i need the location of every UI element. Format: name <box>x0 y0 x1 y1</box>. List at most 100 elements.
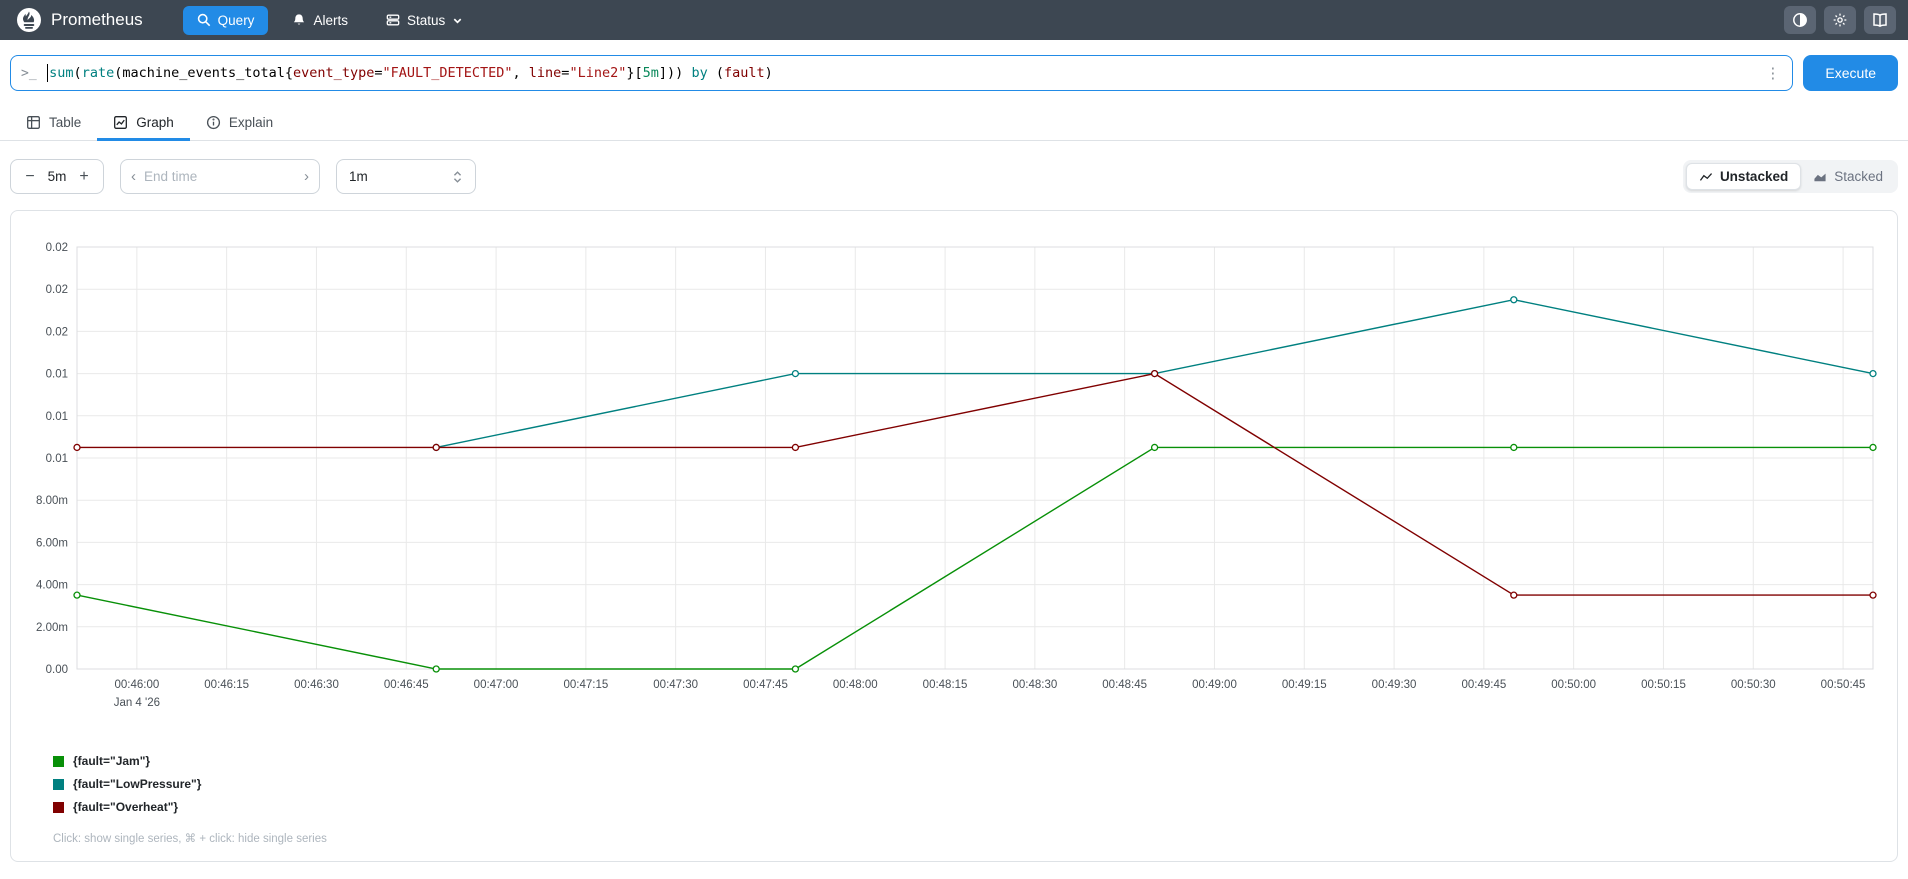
y-tick-label: 4.00m <box>36 580 68 592</box>
graph-controls-left: − 5m + ‹ End time › 1m <box>10 159 476 194</box>
x-tick-label: 00:49:15 <box>1282 679 1327 691</box>
x-tick-label: 00:48:00 <box>833 679 878 691</box>
data-point <box>1150 369 1159 378</box>
x-tick-label: 00:46:00 <box>114 679 159 691</box>
series-line <box>76 446 1873 670</box>
graph-panel: 0.02 0.02 0.02 0.01 0.01 0.01 8.00m 6.00m 4.00m 2… <box>10 210 1898 862</box>
tab-graph-label: Graph <box>136 115 174 130</box>
x-tick-label: 00:47:45 <box>743 679 788 691</box>
gear-icon <box>1832 12 1848 28</box>
legend-item[interactable]: {fault="LowPressure"} <box>53 777 1883 791</box>
data-point <box>73 443 81 452</box>
y-tick-label: 8.00m <box>36 495 68 507</box>
graph-icon <box>113 115 128 130</box>
x-tick-label: 00:49:45 <box>1461 679 1506 691</box>
query-options-kebab-icon[interactable]: ⋮ <box>1763 64 1782 82</box>
nav-query-button[interactable]: Query <box>182 5 269 35</box>
prometheus-logo-icon <box>16 7 42 33</box>
range-stepper: − 5m + <box>10 159 104 194</box>
resolution-value: 1m <box>349 169 368 184</box>
brand: Prometheus <box>16 7 143 33</box>
legend-item[interactable]: {fault="Jam"} <box>53 754 1883 768</box>
tab-explain[interactable]: Explain <box>190 107 289 140</box>
query-row: >_ sum(rate(machine_events_total{event_t… <box>0 40 1908 91</box>
legend-swatch <box>53 778 64 790</box>
end-time-next-icon[interactable]: › <box>304 168 309 185</box>
tab-explain-label: Explain <box>228 115 274 130</box>
stacked-button[interactable]: Stacked <box>1801 163 1895 190</box>
x-tick-label: 00:48:30 <box>1012 679 1057 691</box>
data-point <box>1150 443 1159 452</box>
legend-swatch <box>53 801 64 813</box>
settings-button[interactable] <box>1824 6 1856 34</box>
contrast-icon <box>1792 12 1808 28</box>
bell-icon <box>292 13 306 27</box>
x-tick-label: 00:46:30 <box>294 679 339 691</box>
execute-button[interactable]: Execute <box>1803 55 1898 91</box>
y-tick-label: 0.01 <box>46 411 68 423</box>
graph-controls: − 5m + ‹ End time › 1m Unstacked Stacked <box>0 141 1908 194</box>
docs-button[interactable] <box>1864 6 1896 34</box>
y-tick-label: 0.01 <box>46 369 68 381</box>
stacked-label: Stacked <box>1834 169 1883 184</box>
expression-input[interactable]: >_ sum(rate(machine_events_total{event_t… <box>10 55 1794 91</box>
tab-table[interactable]: Table <box>10 107 97 140</box>
x-tick-label: 00:49:30 <box>1372 679 1417 691</box>
nav-alerts-button[interactable]: Alerts <box>278 6 362 35</box>
data-point <box>1510 296 1518 304</box>
main-nav: Query Alerts Status <box>182 5 478 35</box>
data-point <box>432 443 440 452</box>
resolution-select[interactable]: 1m <box>336 159 476 194</box>
text-caret <box>46 64 49 82</box>
stack-toggle: Unstacked Stacked <box>1682 160 1898 193</box>
legend-hint: Click: show single series, ⌘ + click: hi… <box>53 833 327 845</box>
y-tick-label: 2.00m <box>36 622 68 634</box>
x-tick-label: 00:47:00 <box>474 679 519 691</box>
data-point <box>1869 443 1877 452</box>
unstacked-line-icon <box>1699 171 1713 183</box>
nav-status-button[interactable]: Status <box>372 6 477 35</box>
x-tick-label: 00:50:15 <box>1641 679 1686 691</box>
end-time-prev-icon[interactable]: ‹ <box>131 168 136 185</box>
navbar-right-actions <box>1784 6 1896 34</box>
time-series-chart[interactable]: 0.02 0.02 0.02 0.01 0.01 0.01 8.00m 6.00m 4.00m 2… <box>25 225 1883 725</box>
tab-graph[interactable]: Graph <box>97 107 190 141</box>
x-tick-label: 00:46:15 <box>204 679 249 691</box>
data-point <box>1869 369 1877 378</box>
top-navbar: Prometheus Query Alerts Status <box>0 0 1908 40</box>
range-increase-button[interactable]: + <box>71 168 97 186</box>
nav-alerts-label: Alerts <box>313 12 348 28</box>
series-line <box>77 372 1873 596</box>
server-icon <box>386 13 400 27</box>
chevron-down-icon <box>452 15 463 26</box>
info-icon <box>206 115 221 130</box>
legend-label: {fault="LowPressure"} <box>73 777 202 791</box>
unstacked-button[interactable]: Unstacked <box>1685 163 1802 190</box>
legend-item[interactable]: {fault="Overheat"} <box>53 800 1883 814</box>
brand-title: Prometheus <box>51 10 143 29</box>
data-point <box>791 369 800 378</box>
unstacked-label: Unstacked <box>1719 169 1789 184</box>
x-tick-label: 00:49:00 <box>1192 679 1237 691</box>
nav-status-label: Status <box>406 12 446 28</box>
end-time-placeholder: End time <box>144 169 198 184</box>
data-point <box>1510 591 1518 599</box>
x-tick-label: 00:50:30 <box>1731 679 1776 691</box>
x-tick-label: 00:50:45 <box>1821 679 1866 691</box>
x-tick-label: 00:48:45 <box>1102 679 1147 691</box>
data-point <box>432 665 440 673</box>
book-icon <box>1872 12 1888 28</box>
theme-toggle-button[interactable] <box>1784 6 1816 34</box>
data-point <box>1869 591 1877 599</box>
nav-query-label: Query <box>217 12 255 28</box>
data-point <box>791 443 800 452</box>
y-tick-label: 6.00m <box>36 537 68 549</box>
legend-label: {fault="Jam"} <box>73 754 151 768</box>
y-tick-label: 0.02 <box>46 326 68 338</box>
x-tick-label: 00:46:45 <box>384 679 429 691</box>
table-icon <box>26 115 41 130</box>
range-decrease-button[interactable]: − <box>17 168 43 186</box>
range-value[interactable]: 5m <box>43 169 71 184</box>
data-point <box>73 591 81 599</box>
end-time-input[interactable]: ‹ End time › <box>120 159 320 194</box>
